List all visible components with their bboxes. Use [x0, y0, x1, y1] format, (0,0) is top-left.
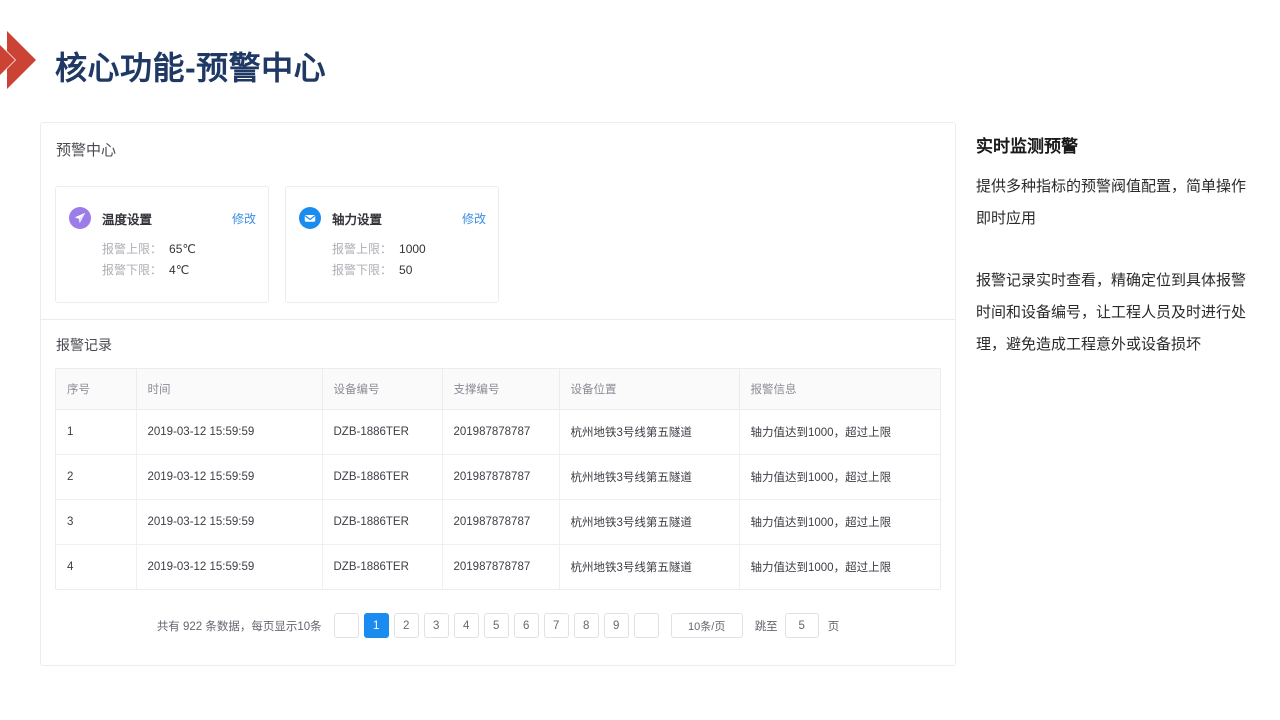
- upper-limit-value: 65℃: [169, 242, 196, 256]
- upper-limit-row: 报警上限： 1000: [332, 239, 426, 260]
- jump-to-unit-label: 页: [827, 620, 840, 633]
- feature-paragraph-2: 报警记录实时查看，精确定位到具体报警时间和设备编号，让工程人员及时进行处理，避免…: [976, 272, 1247, 353]
- alarm-records-table: 序号 时间 设备编号 支撑编号 设备位置 报警信息 1 2019-03-12 1…: [56, 369, 940, 589]
- cell-device-id: DZB-1886TER: [322, 544, 443, 589]
- card-values: 报警上限： 1000 报警下限： 50: [332, 239, 426, 281]
- pagination-page-2[interactable]: 2: [393, 613, 419, 638]
- pagination-page-7[interactable]: 7: [543, 613, 569, 638]
- cell-alarm-info: 轴力值达到1000，超过上限: [739, 499, 940, 545]
- pagination: 共有 922 条数据，每页显示10条 1 2 3 4 5 6 7 8 9 10条…: [41, 613, 955, 638]
- cell-alarm-info: 轴力值达到1000，超过上限: [750, 562, 892, 574]
- edit-axial-force-link[interactable]: 修改: [462, 210, 486, 227]
- cell-time: 2019-03-12 15:59:59: [136, 544, 323, 589]
- upper-limit-label: 报警上限：: [332, 242, 393, 256]
- cell-alarm-info: 轴力值达到1000，超过上限: [739, 409, 940, 455]
- pagination-prev-button[interactable]: [333, 613, 359, 638]
- temperature-setting-card[interactable]: 温度设置 修改 报警上限： 65℃ 报警下限： 4℃: [55, 186, 269, 303]
- lower-limit-value: 4℃: [169, 263, 190, 277]
- table-row[interactable]: 4 2019-03-12 15:59:59 DZB-1886TER 201987…: [56, 544, 940, 589]
- pagination-page-4[interactable]: 4: [453, 613, 479, 638]
- card-title: 轴力设置: [332, 212, 383, 227]
- pagination-page-1[interactable]: 1: [363, 613, 389, 638]
- edit-temperature-link[interactable]: 修改: [232, 210, 256, 227]
- cell-time: 2019-03-12 15:59:59: [136, 499, 323, 545]
- card-header: 温度设置 修改: [69, 207, 256, 229]
- alarm-records-table-wrapper: 序号 时间 设备编号 支撑编号 设备位置 报警信息 1 2019-03-12 1…: [55, 368, 941, 590]
- pagination-page-9[interactable]: 9: [603, 613, 629, 638]
- cell-index: 4: [56, 544, 137, 589]
- upper-limit-label: 报警上限：: [102, 242, 163, 256]
- pagination-total-text: 共有 922 条数据，每页显示10条: [156, 620, 322, 633]
- column-header-support-id: 支撑编号: [442, 369, 560, 410]
- table-row[interactable]: 2 2019-03-12 15:59:59 DZB-1886TER 201987…: [56, 454, 940, 500]
- lower-limit-value: 50: [399, 263, 413, 277]
- feature-description: 实时监测预警 提供多种指标的预警阀值配置，简单操作即时应用 报警记录实时查看，精…: [976, 132, 1258, 361]
- pagination-page-3[interactable]: 3: [423, 613, 449, 638]
- column-header-time: 时间: [136, 369, 323, 410]
- lower-limit-label: 报警下限：: [102, 263, 163, 277]
- lower-limit-row: 报警下限： 50: [332, 260, 426, 281]
- table-row[interactable]: 1 2019-03-12 15:59:59 DZB-1886TER 201987…: [56, 409, 940, 455]
- column-header-location: 设备位置: [559, 369, 740, 410]
- cell-location: 杭州地铁3号线第五隧道: [559, 409, 740, 455]
- page-size-select[interactable]: 10条/页: [670, 613, 743, 638]
- pagination-page-5[interactable]: 5: [483, 613, 509, 638]
- pagination-next-button[interactable]: [633, 613, 659, 638]
- column-header-alarm-info: 报警信息: [739, 369, 940, 410]
- column-header-device-id: 设备编号: [322, 369, 443, 410]
- double-chevron-right-icon: [0, 31, 36, 89]
- card-values: 报警上限： 65℃ 报警下限： 4℃: [102, 239, 196, 281]
- mail-envelope-icon: [299, 207, 321, 229]
- upper-limit-row: 报警上限： 65℃: [102, 239, 196, 260]
- cell-time: 2019-03-12 15:59:59: [136, 409, 323, 455]
- card-header: 轴力设置 修改: [299, 207, 486, 229]
- jump-to-input[interactable]: 5: [784, 613, 819, 638]
- cell-support-id: 201987878787: [442, 544, 560, 589]
- send-plane-icon: [69, 207, 91, 229]
- upper-limit-value: 1000: [399, 242, 426, 256]
- cell-location: 杭州地铁3号线第五隧道: [559, 499, 740, 545]
- threshold-settings-group: 温度设置 修改 报警上限： 65℃ 报警下限： 4℃ 轴力设置 修改 报警上限：…: [55, 186, 499, 303]
- cell-location: 杭州地铁3号线第五隧道: [559, 454, 740, 500]
- cell-location: 杭州地铁3号线第五隧道: [559, 544, 740, 589]
- cell-support-id: 201987878787: [442, 454, 560, 500]
- table-row[interactable]: 3 2019-03-12 15:59:59 DZB-1886TER 201987…: [56, 499, 940, 545]
- column-header-index: 序号: [56, 369, 137, 410]
- lower-limit-row: 报警下限： 4℃: [102, 260, 196, 281]
- jump-to-label: 跳至: [754, 620, 778, 633]
- page-title: 核心功能-预警中心: [55, 50, 327, 86]
- table-head: 序号 时间 设备编号 支撑编号 设备位置 报警信息: [56, 369, 940, 410]
- cell-device-id: DZB-1886TER: [322, 499, 443, 545]
- card-title: 温度设置: [102, 212, 153, 227]
- axial-force-setting-card[interactable]: 轴力设置 修改 报警上限： 1000 报警下限： 50: [285, 186, 499, 303]
- cell-device-id: DZB-1886TER: [322, 454, 443, 500]
- cell-index: 1: [56, 409, 137, 455]
- feature-paragraph-1: 提供多种指标的预警阀值配置，简单操作即时应用: [976, 178, 1247, 227]
- cell-device-id: DZB-1886TER: [322, 409, 443, 455]
- table-body: 1 2019-03-12 15:59:59 DZB-1886TER 201987…: [56, 409, 940, 589]
- alert-center-panel: 预警中心 温度设置 修改 报警上限： 65℃ 报警下限： 4℃ 轴力设置 修改 …: [40, 122, 956, 666]
- pagination-page-6[interactable]: 6: [513, 613, 539, 638]
- cell-support-id: 201987878787: [442, 499, 560, 545]
- lower-limit-label: 报警下限：: [332, 263, 393, 277]
- table-header-row: 序号 时间 设备编号 支撑编号 设备位置 报警信息: [56, 369, 940, 410]
- cell-support-id: 201987878787: [442, 409, 560, 455]
- records-section-title: 报警记录: [56, 337, 112, 353]
- cell-time: 2019-03-12 15:59:59: [136, 454, 323, 500]
- cell-alarm-info: 轴力值达到1000，超过上限: [739, 454, 940, 500]
- cell-index: 3: [56, 499, 137, 545]
- cell-index: 2: [56, 454, 137, 500]
- section-divider: [41, 319, 955, 320]
- feature-title: 实时监测预警: [976, 137, 1078, 156]
- pagination-page-8[interactable]: 8: [573, 613, 599, 638]
- page-header: 核心功能-预警中心: [0, 14, 1280, 106]
- panel-title: 预警中心: [56, 142, 117, 159]
